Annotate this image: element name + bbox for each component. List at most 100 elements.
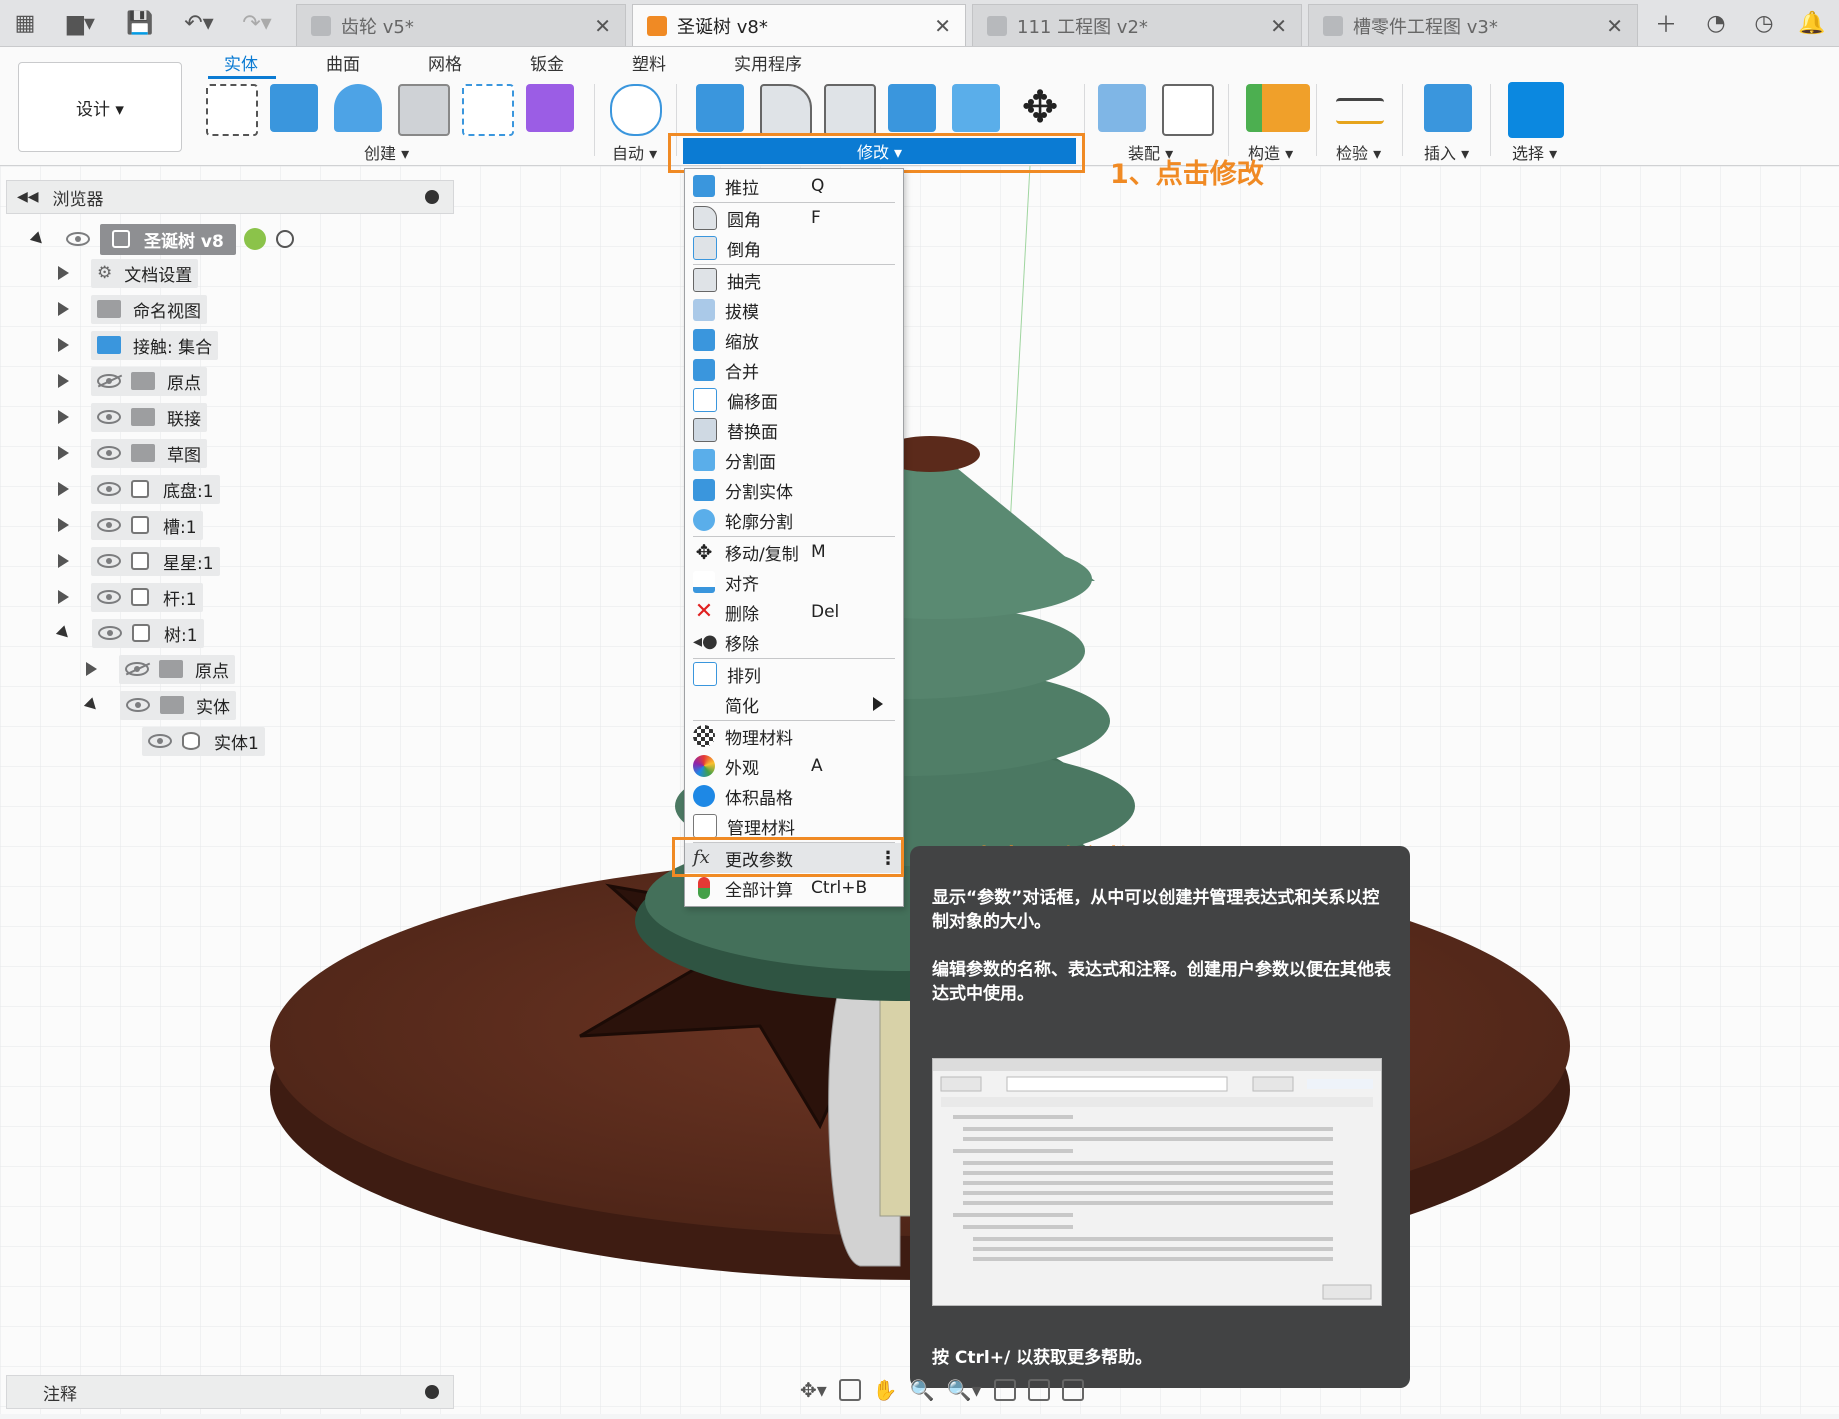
replace-face-icon[interactable] — [952, 84, 1000, 132]
visibility-icon[interactable] — [97, 482, 121, 496]
browser-item-origin[interactable]: 原点 — [58, 366, 207, 396]
add-comment-icon[interactable] — [425, 1385, 439, 1399]
document-tab-slot-drawing[interactable]: 槽零件工程图 v3* ✕ — [1308, 4, 1638, 46]
create-sketch-icon[interactable] — [206, 84, 258, 136]
job-status-icon[interactable]: ◷ — [1748, 8, 1780, 38]
visibility-icon[interactable] — [97, 590, 121, 604]
expand-icon[interactable] — [58, 302, 69, 316]
visibility-icon[interactable] — [97, 446, 121, 460]
expand-icon[interactable] — [58, 410, 69, 424]
document-tab-christmas-tree[interactable]: 圣诞树 v8* ✕ — [632, 4, 966, 46]
browser-item-rod[interactable]: 杆:1 — [58, 582, 203, 612]
apps-grid-icon[interactable]: ▦ — [10, 8, 40, 38]
extensions-icon[interactable]: ◔ — [1700, 8, 1732, 38]
menu-item-compute-all[interactable]: 全部计算 Ctrl+B — [685, 873, 903, 903]
close-icon[interactable]: ✕ — [594, 14, 611, 38]
menu-item-physical-material[interactable]: 物理材料 — [685, 721, 903, 751]
shell-icon[interactable] — [824, 84, 876, 136]
offset-plane-icon[interactable] — [1246, 84, 1310, 132]
menu-item-remove[interactable]: ◂● 移除 — [685, 627, 903, 657]
visibility-icon[interactable] — [66, 232, 90, 246]
ribbon-tab-plastic[interactable]: 塑料 — [632, 50, 666, 75]
browser-item-joints[interactable]: 联接 — [58, 402, 207, 432]
menu-item-simplify[interactable]: 简化 — [685, 689, 903, 719]
display-settings-icon[interactable] — [993, 1379, 1016, 1401]
hole-icon[interactable] — [398, 84, 450, 136]
browser-item-document-settings[interactable]: ⚙ 文档设置 — [58, 258, 199, 288]
menu-item-press-pull[interactable]: 推拉 Q — [685, 171, 903, 201]
ribbon-tab-sheet-metal[interactable]: 钣金 — [530, 50, 564, 75]
collapse-panel-icon[interactable]: ◀◀ — [17, 189, 39, 205]
close-icon[interactable]: ✕ — [1270, 14, 1287, 38]
select-icon[interactable] — [1508, 82, 1564, 138]
pattern-icon[interactable] — [462, 84, 514, 136]
browser-item-body1[interactable]: 实体1 — [142, 726, 265, 756]
menu-item-arrange[interactable]: 排列 — [685, 659, 903, 689]
visibility-icon[interactable] — [97, 554, 121, 568]
expand-icon[interactable] — [58, 518, 69, 532]
measure-icon[interactable] — [1336, 98, 1384, 124]
browser-item-base[interactable]: 底盘:1 — [58, 474, 220, 504]
zoom-icon[interactable]: 🔍 — [910, 1378, 935, 1402]
ribbon-tab-mesh[interactable]: 网格 — [428, 50, 462, 75]
notifications-icon[interactable]: 🔔 — [1796, 8, 1828, 38]
menu-item-delete[interactable]: ✕ 删除 Del — [685, 597, 903, 627]
move-icon[interactable]: ✥ — [1016, 84, 1064, 132]
visibility-icon[interactable] — [97, 518, 121, 532]
undo-icon[interactable]: ↶▾ — [176, 8, 222, 38]
hidden-eye-icon[interactable] — [97, 374, 121, 388]
browser-item-slot[interactable]: 槽:1 — [58, 510, 203, 540]
close-icon[interactable]: ✕ — [934, 14, 951, 38]
grid-settings-icon[interactable] — [1027, 1379, 1050, 1401]
menu-item-draft[interactable]: 拔模 — [685, 295, 903, 325]
ribbon-tab-solid[interactable]: 实体 — [224, 50, 258, 75]
automate-icon[interactable] — [610, 84, 662, 136]
collapse-icon[interactable] — [55, 624, 73, 642]
expand-icon[interactable] — [58, 266, 69, 280]
browser-item-named-views[interactable]: 命名视图 — [58, 294, 207, 324]
visibility-icon[interactable] — [98, 626, 122, 640]
menu-item-fillet[interactable]: 圆角 F — [685, 203, 903, 233]
document-tab-drawing-111[interactable]: 111 工程图 v2* ✕ — [972, 4, 1302, 46]
joint-icon[interactable] — [1162, 84, 1214, 136]
expand-icon[interactable] — [58, 446, 69, 460]
visibility-icon[interactable] — [148, 734, 172, 748]
activate-radio-icon[interactable] — [275, 230, 294, 248]
visibility-icon[interactable] — [97, 410, 121, 424]
ribbon-tab-surface[interactable]: 曲面 — [326, 50, 360, 75]
pan-icon[interactable]: ✋ — [873, 1378, 898, 1402]
root-component[interactable]: 圣诞树 v8 — [100, 223, 236, 255]
fillet-icon[interactable] — [760, 84, 812, 136]
menu-item-offset-face[interactable]: 偏移面 — [685, 385, 903, 415]
menu-item-split-face[interactable]: 分割面 — [685, 445, 903, 475]
menu-item-appearance[interactable]: 外观 A — [685, 751, 903, 781]
menu-item-scale[interactable]: 缩放 — [685, 325, 903, 355]
menu-item-align[interactable]: 对齐 — [685, 567, 903, 597]
menu-item-volumetric-lattice[interactable]: 体积晶格 — [685, 781, 903, 811]
revolve-icon[interactable] — [334, 84, 382, 132]
new-component-icon[interactable] — [1098, 84, 1146, 132]
menu-item-combine[interactable]: 合并 — [685, 355, 903, 385]
browser-item-tree-bodies[interactable]: 实体 — [83, 690, 236, 720]
browser-root-row[interactable]: 圣诞树 v8 — [29, 223, 294, 255]
insert-image-icon[interactable] — [1424, 84, 1472, 132]
insert-group-label[interactable]: 插入 ▾ — [1424, 140, 1469, 164]
press-pull-icon[interactable] — [696, 84, 744, 132]
expand-icon[interactable] — [58, 374, 69, 388]
comments-panel[interactable]: 注释 — [6, 1375, 454, 1409]
menu-item-split-body[interactable]: 分割实体 — [685, 475, 903, 505]
expand-icon[interactable] — [58, 590, 69, 604]
browser-minus-icon[interactable] — [425, 190, 439, 204]
ribbon-tab-utilities[interactable]: 实用程序 — [734, 50, 802, 75]
viewports-icon[interactable] — [1061, 1379, 1084, 1401]
close-icon[interactable]: ✕ — [1606, 14, 1623, 38]
menu-item-silhouette-split[interactable]: 轮廓分割 — [685, 505, 903, 535]
combine-icon[interactable] — [888, 84, 936, 132]
save-icon[interactable]: 💾 — [124, 8, 156, 38]
menu-item-chamfer[interactable]: 倒角 — [685, 233, 903, 263]
extrude-icon[interactable] — [270, 84, 318, 132]
expand-icon[interactable] — [58, 482, 69, 496]
menu-item-shell[interactable]: 抽壳 — [685, 265, 903, 295]
menu-item-move-copy[interactable]: ✥ 移动/复制 M — [685, 537, 903, 567]
collapse-icon[interactable] — [83, 696, 101, 714]
